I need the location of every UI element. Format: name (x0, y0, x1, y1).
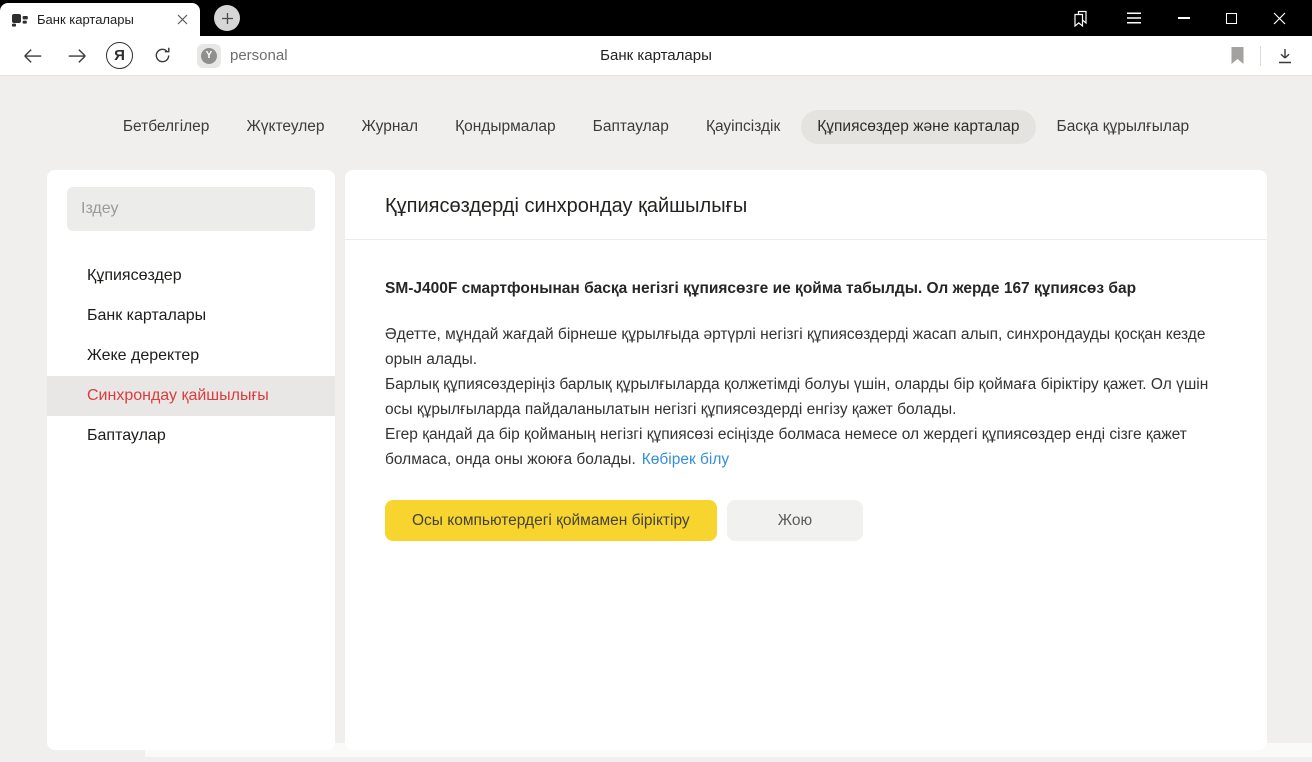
content-area: Құпиясөздер Банк карталары Жеке деректер… (47, 170, 1267, 750)
conflict-alert-title: SM-J400F смартфонынан басқа негізгі құпи… (385, 276, 1195, 302)
sidebar-list: Құпиясөздер Банк карталары Жеке деректер… (47, 256, 335, 456)
minimize-icon[interactable] (1178, 17, 1190, 18)
search-box (67, 187, 315, 231)
refresh-icon[interactable] (147, 46, 177, 65)
nav-item-bookmarks[interactable]: Бетбелгілер (107, 110, 226, 144)
forward-icon[interactable] (62, 47, 92, 65)
nav-item-extensions[interactable]: Қондырмалар (439, 110, 572, 144)
download-icon[interactable] (1276, 47, 1294, 65)
window-titlebar: Банк карталары (0, 0, 1312, 36)
new-tab-button[interactable] (214, 5, 240, 31)
tab-title: Банк карталары (37, 12, 174, 27)
back-icon[interactable] (18, 47, 48, 65)
titlebar-controls (1071, 9, 1312, 28)
nav-item-settings[interactable]: Баптаулар (577, 110, 685, 144)
description-paragraph: Барлық құпиясөздеріңіз барлық құрылғылар… (385, 372, 1227, 422)
search-input[interactable] (67, 200, 315, 218)
sidebar-item-sync-conflict[interactable]: Синхрондау қайшылығы (47, 376, 335, 416)
tab-close-icon[interactable] (174, 12, 190, 28)
learn-more-link[interactable]: Көбірек білу (642, 451, 729, 468)
nav-item-other-devices[interactable]: Басқа құрылғылар (1041, 110, 1206, 144)
description-paragraph: Әдетте, мұндай жағдай бірнеше құрылғыда … (385, 322, 1227, 372)
delete-vault-button[interactable]: Жою (727, 500, 863, 541)
merge-vault-button[interactable]: Осы компьютердегі қоймамен біріктіру (385, 500, 717, 541)
nav-item-passwords-cards[interactable]: Құпиясөздер және карталар (801, 110, 1035, 144)
sidebar-item-settings[interactable]: Баптаулар (47, 416, 335, 456)
description-paragraph: Егер қандай да бір қойманың негізгі құпи… (385, 422, 1227, 472)
action-buttons: Осы компьютердегі қоймамен біріктіру Жою (385, 500, 1227, 541)
sidebar-item-bank-cards[interactable]: Банк карталары (47, 296, 335, 336)
nav-item-history[interactable]: Журнал (346, 110, 435, 144)
toolbar-right (1230, 46, 1294, 66)
section-heading: Құпиясөздерді синхрондау қайшылығы (385, 195, 1227, 218)
protect-badge-label: personal (230, 47, 288, 64)
key-icon (12, 12, 28, 28)
browser-tab[interactable]: Банк карталары (0, 3, 200, 36)
settings-nav: Бетбелгілер Жүктеулер Журнал Қондырмалар… (0, 110, 1312, 144)
sidebar: Құпиясөздер Банк карталары Жеке деректер… (47, 170, 335, 750)
nav-item-security[interactable]: Қауіпсіздік (690, 110, 796, 144)
sidebar-item-personal-data[interactable]: Жеке деректер (47, 336, 335, 376)
protect-badge[interactable]: Y personal (197, 44, 288, 68)
main-panel: Құпиясөздерді синхрондау қайшылығы SM-J4… (345, 170, 1267, 750)
protect-icon: Y (197, 44, 221, 68)
yandex-logo-icon[interactable]: Я (106, 42, 133, 69)
menu-icon[interactable] (1126, 12, 1142, 24)
maximize-icon[interactable] (1226, 13, 1237, 24)
toolbar-divider (1260, 46, 1261, 66)
window-close-icon[interactable] (1273, 12, 1286, 25)
bookmark-flag-icon[interactable] (1230, 47, 1245, 64)
heading-divider (345, 239, 1267, 240)
conflict-description: Әдетте, мұндай жағдай бірнеше құрылғыда … (385, 322, 1227, 472)
bookmarks-panel-icon[interactable] (1071, 9, 1090, 28)
browser-toolbar: Я Y personal Банк карталары (0, 36, 1312, 76)
nav-item-downloads[interactable]: Жүктеулер (230, 110, 340, 144)
sidebar-item-passwords[interactable]: Құпиясөздер (47, 256, 335, 296)
